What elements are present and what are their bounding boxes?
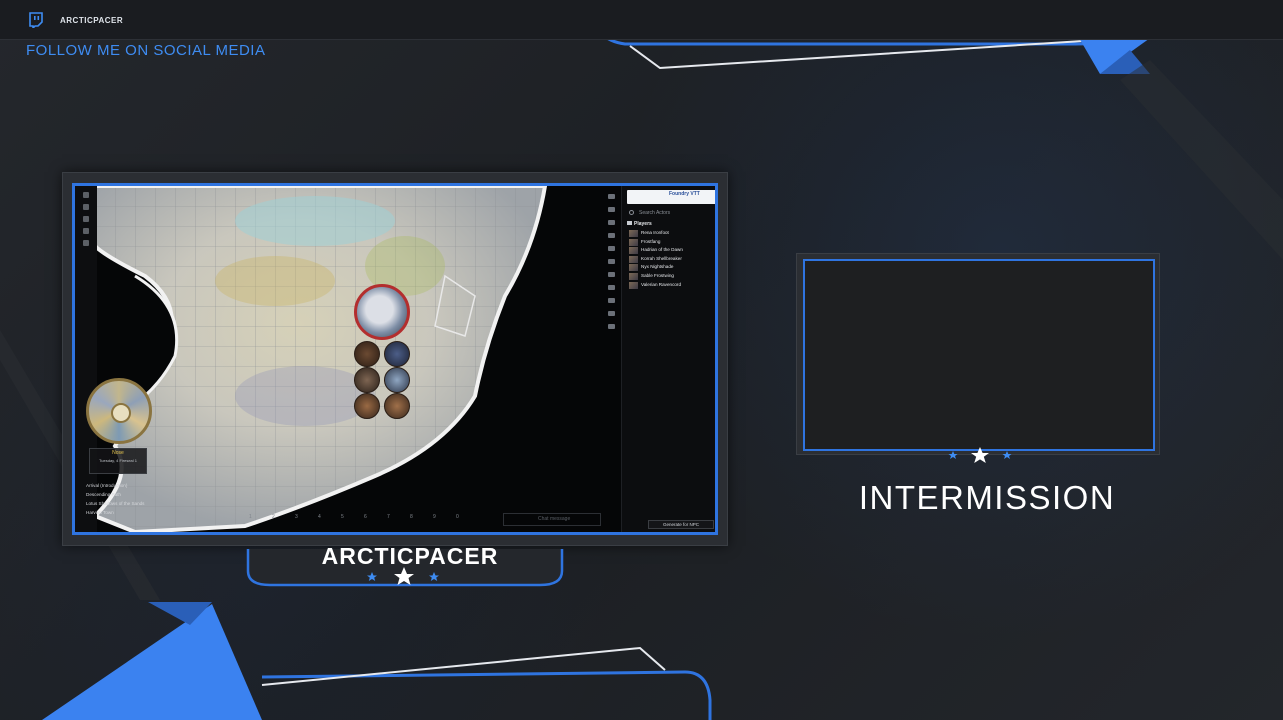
star-decoration [948,447,1012,463]
top-bar [0,0,1283,40]
players-folder[interactable]: Players [627,221,652,227]
actor-name: Korrah Shellbreaker [641,255,682,261]
actor-list: Rena Ironfoot Frostfang Hadrian of the D… [627,229,715,290]
actor-item[interactable]: Frostfang [627,238,715,247]
calendar-compass-widget[interactable] [86,378,152,444]
creature-token-large[interactable] [354,284,410,340]
actor-name: Hadrian of the Dawn [641,247,683,253]
player-token[interactable] [384,341,410,367]
actor-name: Nyx Nightshade [641,264,674,270]
journal-tab-icon[interactable] [608,246,615,251]
sidebar-tab-icons [605,190,619,530]
actor-name: Sable Frostwing [641,272,674,278]
social-media-text: FOLLOW ME ON SOCIAL MEDIA [26,42,266,59]
calendar-note: Nose Tuesday, 4 Fireseal 1 [89,448,147,474]
player-token[interactable] [354,393,380,419]
hotbar-slot[interactable]: 0 [456,514,459,520]
scene-item[interactable]: Lotus Shadows of the Sands [81,499,161,508]
create-actor-button[interactable]: Generate for NPC [648,520,714,529]
measure-tool-icon[interactable] [83,204,89,210]
intermission-title: INTERMISSION [858,479,1116,516]
hotbar-slot[interactable]: 5 [341,514,344,520]
scene-item[interactable]: Descending Path [81,490,161,499]
cards-tab-icon[interactable] [608,272,615,277]
star-decoration [367,567,439,585]
macro-hotbar: 1 2 3 4 5 6 7 8 9 0 [235,510,535,526]
player-token[interactable] [354,367,380,393]
calendar-date: Tuesday, 4 Fireseal 1 [98,458,138,463]
scene-list: Arrival (Introduction) Descending Path L… [81,481,161,517]
player-token[interactable] [384,393,410,419]
compendium-tab-icon[interactable] [608,311,615,316]
intermission-screen [803,259,1155,451]
hotbar-slot[interactable]: 2 [272,514,275,520]
channel-name: ARCTICPACER [60,16,124,25]
draw-tool-icon[interactable] [83,228,89,234]
wall-tool-icon[interactable] [83,240,89,246]
players-folder-label: Players [634,221,652,227]
actor-name: Frostfang [641,238,661,244]
folder-icon [627,221,632,225]
search-icon [629,210,634,215]
playlists-tab-icon[interactable] [608,298,615,303]
hotbar-slot[interactable]: 7 [387,514,390,520]
actor-avatar [629,264,638,272]
calendar-title: Nose [112,450,124,456]
hotbar-slot[interactable]: 4 [318,514,321,520]
chat-input[interactable]: Chat message [503,513,601,526]
actor-avatar [629,272,638,280]
twitch-icon [29,12,43,28]
actor-avatar [629,281,638,289]
actor-item[interactable]: Rena Ironfoot [627,229,715,238]
logo-text: Foundry VTT [669,191,700,197]
tile-tool-icon[interactable] [83,216,89,222]
actor-item[interactable]: Sable Frostwing [627,272,715,281]
scene-item[interactable]: Arrival (Introduction) [81,481,161,490]
token-tool-icon[interactable] [83,192,89,198]
hotbar-slot[interactable]: 1 [249,514,252,520]
settings-tab-icon[interactable] [608,324,615,329]
actor-avatar [629,255,638,263]
actor-search-placeholder: Search Actors [639,210,671,216]
chat-tab-icon[interactable] [608,194,615,199]
hotbar-slot[interactable]: 6 [364,514,367,520]
actor-item[interactable]: Valerian Ravencord [627,281,715,290]
player-token[interactable] [354,341,380,367]
actors-sidebar: Foundry VTT Search Actors Players Rena I… [621,186,715,532]
foundry-logo: Foundry VTT [627,190,715,204]
items-tab-icon[interactable] [608,233,615,238]
game-capture-screen: Nose Tuesday, 4 Fireseal 1 Arrival (Intr… [72,183,718,535]
scene-item[interactable]: Harvest Town [81,508,161,517]
actor-avatar [629,238,638,246]
hotbar-slot[interactable]: 9 [433,514,436,520]
actor-avatar [629,247,638,255]
actor-name: Rena Ironfoot [641,230,669,235]
actor-item[interactable]: Korrah Shellbreaker [627,255,715,264]
actors-tab-icon[interactable] [608,220,615,225]
player-token[interactable] [384,367,410,393]
actor-item[interactable]: Nyx Nightshade [627,263,715,272]
actor-item[interactable]: Hadrian of the Dawn [627,246,715,255]
actor-search-input[interactable]: Search Actors [627,208,715,218]
actor-name: Valerian Ravencord [641,281,682,287]
macros-tab-icon[interactable] [608,285,615,290]
hotbar-slot[interactable]: 8 [410,514,413,520]
hotbar-slot[interactable]: 3 [295,514,298,520]
actor-avatar [629,230,638,237]
tables-tab-icon[interactable] [608,259,615,264]
combat-tab-icon[interactable] [608,207,615,212]
